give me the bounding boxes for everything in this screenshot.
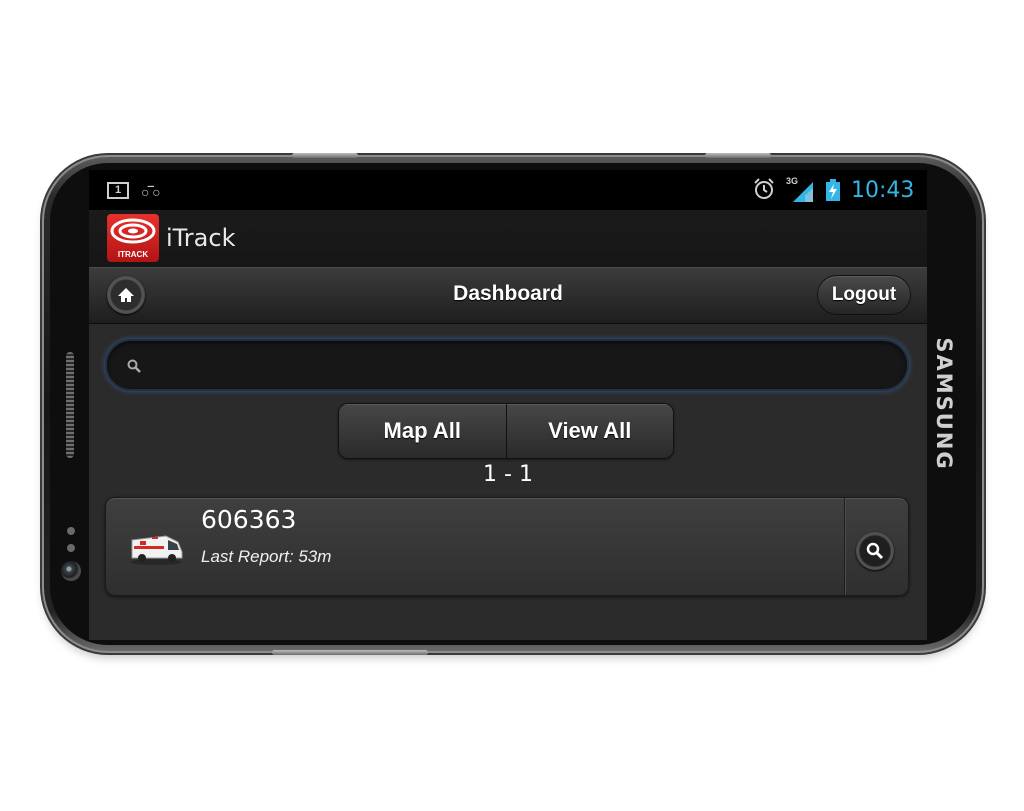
app-logo[interactable]: ITRACK [107, 214, 159, 262]
map-all-button[interactable]: Map All [339, 404, 506, 458]
page-header: Dashboard Logout [89, 267, 927, 324]
battery-charging-icon [826, 179, 840, 201]
voicemail-icon: ○‾○ [141, 184, 161, 200]
list-item[interactable]: 606363 Last Report: 53m [105, 497, 909, 596]
map-view-button-group: Map All View All [338, 403, 674, 459]
signal-icon [793, 182, 813, 202]
search-icon [127, 359, 141, 373]
screen: 1 ○‾○ 3G 10:43 ITRACK iTrack Dashboard L… [89, 170, 927, 640]
vehicle-id: 606363 [201, 505, 297, 534]
bottom-port [272, 650, 428, 655]
search-icon [866, 542, 884, 560]
itrack-logo-icon [110, 218, 156, 244]
search-input[interactable] [151, 349, 891, 381]
alarm-icon [754, 178, 774, 199]
last-report: Last Report: 53m [201, 547, 332, 566]
front-camera [61, 561, 81, 581]
result-range: 1 - 1 [483, 462, 533, 487]
item-divider [844, 498, 845, 595]
logout-button[interactable]: Logout [817, 275, 911, 315]
page-title: Dashboard [453, 282, 563, 305]
proximity-sensor [67, 527, 75, 535]
app-action-bar: ITRACK iTrack [89, 210, 927, 267]
status-bar: 1 ○‾○ 3G 10:43 [89, 170, 927, 210]
power-button [705, 153, 771, 158]
earpiece-speaker [66, 352, 74, 458]
notification-count[interactable]: 1 [107, 182, 129, 199]
search-box[interactable] [105, 339, 909, 391]
volume-button [292, 153, 358, 158]
device-brand: SAMSUNG [932, 337, 956, 471]
app-logo-text: ITRACK [117, 250, 149, 259]
light-sensor [67, 544, 75, 552]
clock: 10:43 [851, 178, 915, 203]
ambulance-icon [130, 535, 183, 565]
view-all-button[interactable]: View All [505, 404, 673, 458]
app-title: iTrack [166, 224, 236, 252]
vehicle-detail-button[interactable] [856, 532, 894, 570]
